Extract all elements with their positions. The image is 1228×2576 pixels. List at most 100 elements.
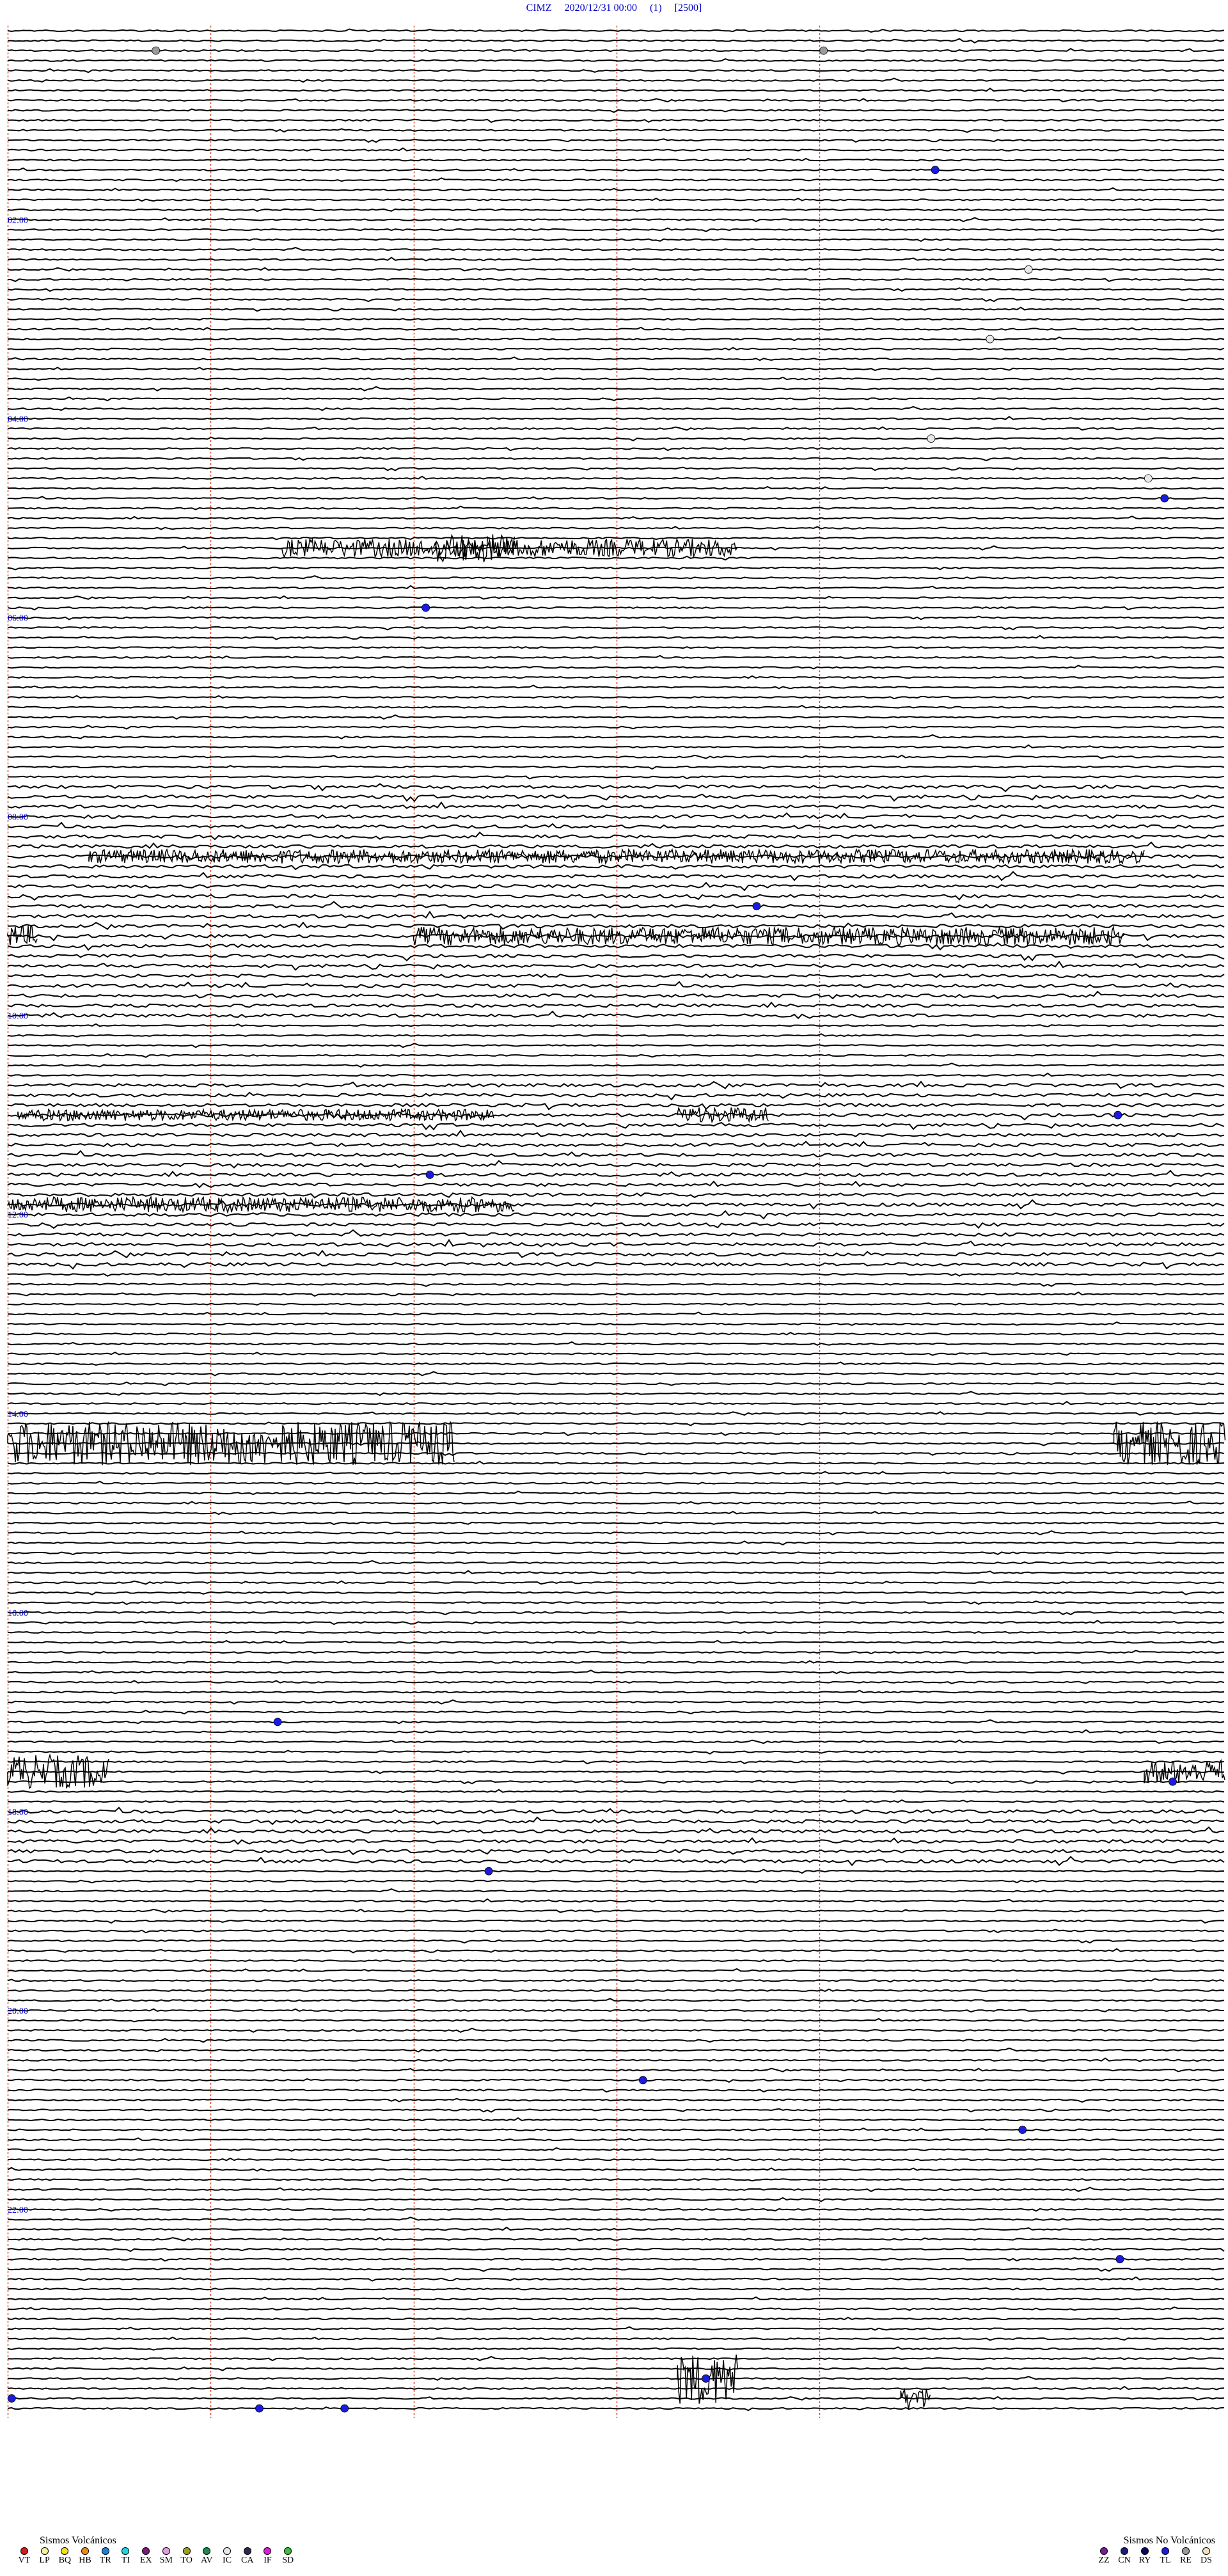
trace-line xyxy=(7,1978,1225,1983)
trace-line xyxy=(7,278,1225,283)
legend-item-to: TO xyxy=(178,2547,196,2566)
trace-line xyxy=(7,1490,1225,1496)
legend-dot-re xyxy=(1182,2547,1190,2555)
legend-volcanic-title: Sismos Volcánicos xyxy=(40,2535,116,2546)
trace-line xyxy=(7,1272,1225,1277)
event-marker-tl xyxy=(702,2374,710,2383)
trace-line xyxy=(7,147,1225,152)
trace-line xyxy=(7,1001,1225,1008)
trace-line xyxy=(7,1261,1225,1270)
trace-line xyxy=(7,2236,1225,2241)
event-marker-ic xyxy=(986,335,995,344)
trace-line xyxy=(7,921,1225,930)
trace-line xyxy=(7,654,1225,659)
trace-line xyxy=(7,2128,1225,2131)
trace-line xyxy=(7,1421,1225,1426)
legend-code-tr: TR xyxy=(99,2556,111,2565)
trace-line xyxy=(7,1381,1225,1387)
trace-line xyxy=(7,1699,1225,1705)
trace-line xyxy=(7,336,1225,342)
trace-line xyxy=(7,1160,1225,1169)
trace-line xyxy=(7,1988,1225,1992)
trace-line xyxy=(7,1141,1225,1148)
trace-line xyxy=(8,138,1225,143)
time-label: 06:00 xyxy=(8,614,28,624)
legend-code-zz: ZZ xyxy=(1098,2556,1110,2565)
trace-line xyxy=(7,2385,1225,2390)
legend-dot-av xyxy=(203,2547,211,2555)
trace-line xyxy=(7,575,1225,580)
trace-line xyxy=(7,901,1225,909)
legend-item-hb: HB xyxy=(76,2547,94,2566)
trace-line xyxy=(7,1888,1225,1893)
trace-line xyxy=(7,1371,1225,1377)
trace-line xyxy=(7,1939,1225,1944)
trace-line xyxy=(7,1361,1225,1366)
event-marker-re xyxy=(152,46,161,55)
trace-line xyxy=(7,2276,1225,2282)
trace-line xyxy=(7,426,1225,431)
trace-line xyxy=(7,1471,1225,1475)
legend-item-if: IF xyxy=(259,2547,277,2566)
legend-volcanic-items: VT LP BQ HB TR TI EX SM TO AV IC CA IF SD xyxy=(15,2547,297,2566)
channel-number: (1) xyxy=(650,3,662,13)
legend-nonvolcanic-title: Sismos No Volcánicos xyxy=(1123,2535,1215,2546)
trace-line xyxy=(7,1102,1225,1110)
trace-line xyxy=(7,1739,1225,1744)
legend-item-ti: TI xyxy=(117,2547,135,2566)
legend-code-av: AV xyxy=(201,2556,213,2565)
trace-line xyxy=(7,990,1225,1000)
legend-item-lp: LP xyxy=(36,2547,54,2566)
trace-line xyxy=(8,496,1225,500)
event-marker-ic xyxy=(1144,474,1153,483)
event-marker-tl xyxy=(752,902,761,910)
trace-line xyxy=(7,754,1225,759)
trace-line xyxy=(7,871,1224,881)
trace-line xyxy=(7,1080,1225,1089)
trace-line xyxy=(7,1919,1225,1924)
trace-line xyxy=(7,2137,1225,2142)
trace-line xyxy=(7,1611,1225,1616)
legend-code-sm: SM xyxy=(159,2556,173,2565)
trace-line xyxy=(7,2376,1225,2381)
event-marker-tl xyxy=(484,1867,493,1876)
trace-line xyxy=(7,2296,1225,2301)
trace-line xyxy=(7,1998,1225,2003)
trace-line xyxy=(7,157,1225,162)
trace-line xyxy=(7,775,1225,780)
legend-item-ex: EX xyxy=(137,2547,155,2566)
trace-line xyxy=(7,347,1225,351)
trace-line xyxy=(7,257,1225,262)
trace-line xyxy=(7,1072,1225,1077)
trace-line xyxy=(7,356,1225,361)
legend-item-zz: ZZ xyxy=(1095,2547,1113,2566)
event-burst xyxy=(900,2387,931,2410)
trace-line xyxy=(7,1680,1225,1684)
helicorder-header: CIMZ 2020/12/31 00:00 (1) [2500] xyxy=(0,0,1228,20)
trace-line xyxy=(7,1249,1225,1259)
event-marker-tl xyxy=(1115,2255,1124,2264)
trace-line xyxy=(7,306,1225,312)
trace-line xyxy=(7,1570,1225,1575)
time-label: 04:00 xyxy=(8,415,28,425)
trace-line xyxy=(7,2067,1224,2073)
trace-line xyxy=(7,2186,1225,2192)
legend-item-ds: DS xyxy=(1197,2547,1215,2566)
legend-code-ds: DS xyxy=(1200,2556,1212,2565)
trace-line xyxy=(8,38,1225,43)
trace-line xyxy=(7,1849,1225,1856)
legend-dot-ic xyxy=(223,2547,232,2555)
legend-code-re: RE xyxy=(1180,2556,1192,2565)
trace-line xyxy=(8,505,1225,510)
trace-line xyxy=(7,2178,1225,2182)
legend-dot-cn xyxy=(1121,2547,1128,2555)
trace-line xyxy=(7,1010,1225,1020)
trace-line xyxy=(7,585,1225,590)
trace-line xyxy=(7,1129,1225,1137)
trace-line xyxy=(7,1709,1225,1715)
trace-line xyxy=(7,2247,1225,2252)
trace-line xyxy=(7,783,1225,793)
legend-dot-zz xyxy=(1100,2547,1108,2555)
legend-item-sm: SM xyxy=(157,2547,175,2566)
trace-line xyxy=(7,2306,1225,2311)
